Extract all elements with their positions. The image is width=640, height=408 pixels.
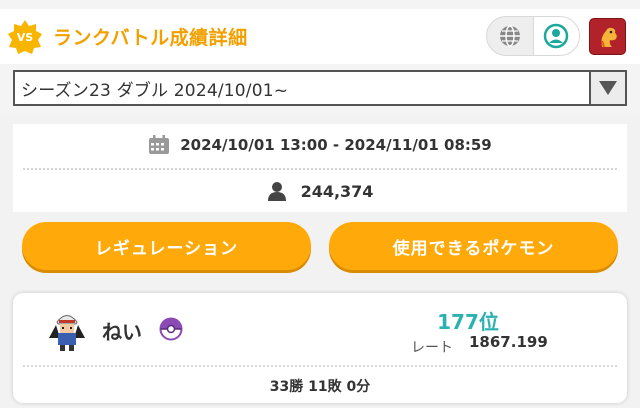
participants-count: 244,374 — [300, 181, 374, 201]
game-logo-button[interactable] — [589, 18, 626, 55]
page-title: ランクバトル成績詳細 — [53, 27, 248, 49]
season-select-value: シーズン23 ダブル 2024/10/01~ — [21, 80, 289, 101]
participants-row: 244,374 — [13, 178, 627, 204]
period-row: 2024/10/01 13:00 - 2024/11/01 08:59 — [13, 132, 627, 158]
win-loss-record: 33勝 11敗 0分 — [269, 379, 371, 395]
calendar-icon — [149, 135, 170, 154]
usable-pokemon-button[interactable]: 使用できるポケモン — [329, 222, 618, 270]
divider — [23, 365, 617, 367]
select-arrow[interactable] — [589, 72, 625, 104]
player-name: ねい — [102, 320, 142, 344]
vs-badge-text: VS — [17, 31, 34, 44]
language-button[interactable] — [487, 17, 533, 55]
account-button[interactable] — [532, 17, 579, 55]
header-icon-group — [486, 16, 580, 56]
top-strip — [0, 0, 640, 9]
period-text: 2024/10/01 13:00 - 2024/11/01 08:59 — [180, 136, 492, 154]
rate-label: レート — [411, 340, 453, 356]
rate-value: 1867.199 — [469, 333, 548, 351]
ball-icon — [159, 317, 183, 341]
triangle-down-icon — [599, 81, 617, 95]
divider — [23, 168, 617, 170]
vs-badge-icon: VS — [8, 20, 42, 54]
regulation-button[interactable]: レギュレーション — [22, 222, 311, 270]
globe-icon — [499, 25, 520, 47]
person-icon — [267, 182, 286, 201]
user-circle-icon — [544, 23, 569, 49]
season-select[interactable]: シーズン23 ダブル 2024/10/01~ — [13, 70, 627, 106]
trainer-avatar — [49, 315, 85, 351]
rank-value: 177位 — [437, 310, 499, 334]
game-logo-icon — [600, 27, 617, 47]
app-header: VS ランクバトル成績詳細 — [0, 9, 640, 64]
season-info-card: 2024/10/01 13:00 - 2024/11/01 08:59 244,… — [13, 124, 627, 212]
season-selector-area: シーズン23 ダブル 2024/10/01~ — [0, 64, 640, 114]
player-rank-card[interactable]: ねい 177位 レート 1867.199 33勝 11敗 0分 — [13, 293, 627, 403]
